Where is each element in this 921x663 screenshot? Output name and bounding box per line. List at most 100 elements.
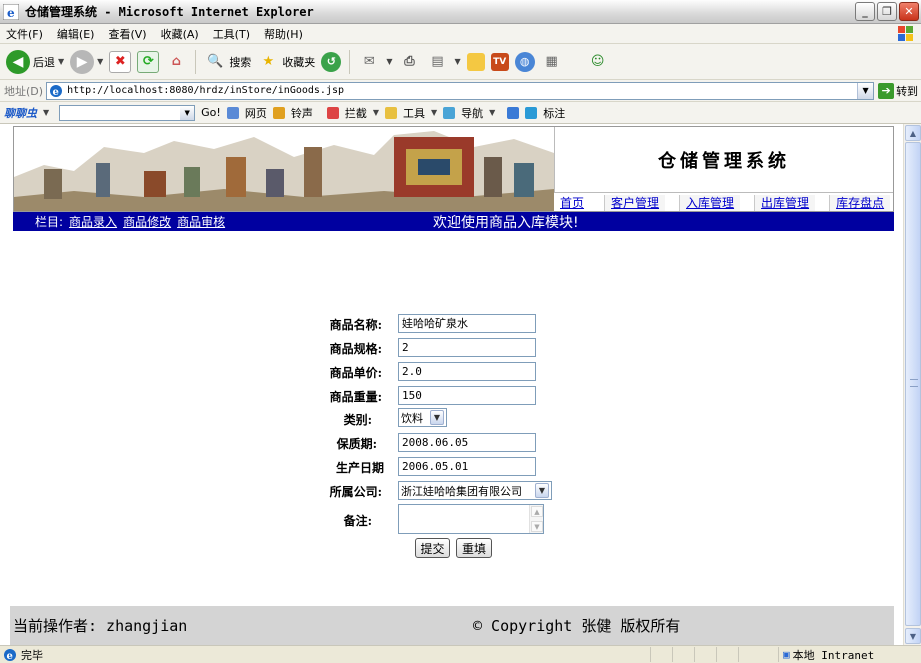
- name-input[interactable]: 娃哈哈矿泉水: [398, 314, 536, 333]
- dropdown-arrow-icon: ▼: [430, 108, 438, 117]
- search-button[interactable]: 🔍 搜索: [204, 51, 251, 73]
- mark-icon: [525, 106, 538, 119]
- close-button[interactable]: ✕: [899, 2, 919, 21]
- security-zone: ▣ 本地 Intranet: [778, 647, 874, 662]
- company-value: 浙江娃哈哈集团有限公司: [401, 484, 522, 498]
- nav-button[interactable]: 导航: [461, 105, 483, 121]
- dropdown-arrow-icon: ▼: [489, 108, 496, 117]
- media-icon[interactable]: ▦: [541, 51, 563, 73]
- divider: [195, 49, 197, 74]
- favorites-label: 收藏夹: [282, 55, 316, 69]
- go-button[interactable]: ➔ 转到: [878, 82, 919, 99]
- back-arrow-icon: ◀: [6, 49, 30, 74]
- title-bar: e 仓储管理系统 - Microsoft Internet Explorer _…: [0, 0, 921, 24]
- home-icon[interactable]: ⌂: [165, 51, 187, 73]
- block-icon: [326, 106, 339, 119]
- reset-button[interactable]: 重填: [456, 538, 492, 558]
- toolbar-brand[interactable]: 聊聊虫: [4, 105, 37, 121]
- search-toolbar: 聊聊虫 ▼ ▼ Go! 网页 铃声 拦截 ▼ 工具 ▼ 导航 ▼ 标注: [0, 102, 921, 124]
- menu-bar: 文件(F) 编辑(E) 查看(V) 收藏(A) 工具(T) 帮助(H): [0, 24, 921, 44]
- ie-icon: e: [3, 3, 19, 20]
- stop-icon[interactable]: ✖: [109, 50, 132, 73]
- menu-file[interactable]: 文件(F): [6, 26, 43, 42]
- mark-button[interactable]: 标注: [543, 105, 565, 121]
- category-label: 类别:: [343, 413, 372, 427]
- mail-icon[interactable]: ✉: [358, 51, 380, 73]
- name-label: 商品名称:: [329, 318, 382, 332]
- page-scrollbar[interactable]: ▲ ▼: [903, 124, 921, 645]
- menu-edit[interactable]: 编辑(E): [57, 26, 95, 42]
- edit-icon[interactable]: ▤: [426, 51, 448, 73]
- intranet-icon: ▣: [783, 648, 790, 661]
- search-label: 搜索: [229, 55, 252, 69]
- scroll-up-icon[interactable]: ▲: [905, 125, 921, 141]
- tools-button[interactable]: 工具: [403, 105, 425, 121]
- tv-icon[interactable]: TV: [490, 52, 509, 71]
- shelf-life-input[interactable]: 2008.06.05: [398, 433, 536, 452]
- page-done-icon: e: [4, 648, 16, 662]
- goods-form: 商品名称: 娃哈哈矿泉水 商品规格: 2 商品单价: 2.0 商品重量: 150…: [0, 124, 905, 645]
- category-select[interactable]: 饮料 ▼: [398, 408, 447, 427]
- spec-label: 商品规格:: [329, 342, 382, 356]
- dropdown-arrow-icon: ▼: [372, 108, 379, 117]
- produce-date-label: 生产日期: [335, 461, 384, 475]
- address-input[interactable]: e http://localhost:8080/hrdz/inStore/inG…: [46, 81, 875, 100]
- nav-icon: [443, 106, 456, 119]
- svg-text:e: e: [7, 651, 13, 662]
- chevron-down-icon[interactable]: ▼: [180, 105, 195, 120]
- produce-date-input[interactable]: 2006.05.01: [398, 457, 536, 476]
- folder-icon[interactable]: [466, 52, 485, 71]
- page-footer: 当前操作者: zhangjian © Copyright 张健 版权所有: [10, 606, 894, 645]
- print-icon[interactable]: ⎙: [398, 51, 420, 73]
- globe-icon[interactable]: ◍: [514, 51, 535, 72]
- chevron-down-icon: ▼: [535, 483, 549, 498]
- favorites-button[interactable]: ★ 收藏夹: [257, 51, 315, 73]
- address-label: 地址(D): [4, 84, 44, 98]
- ring-button[interactable]: 铃声: [291, 105, 313, 121]
- dropdown-arrow-icon: ▼: [386, 57, 393, 66]
- copyright-text: © Copyright 张健 版权所有: [473, 617, 681, 635]
- back-button[interactable]: ◀ 后退 ▼: [6, 49, 65, 74]
- address-bar: 地址(D) e http://localhost:8080/hrdz/inSto…: [0, 80, 921, 102]
- submit-button[interactable]: 提交: [415, 538, 450, 558]
- status-text: 完毕: [21, 648, 43, 662]
- messenger-icon[interactable]: ☺: [587, 51, 609, 73]
- price-input[interactable]: 2.0: [398, 362, 536, 381]
- refresh-icon[interactable]: ⟳: [137, 50, 160, 73]
- forward-button[interactable]: ▶ ▼: [70, 49, 104, 74]
- bookmark-icon: [507, 106, 520, 119]
- divider: [349, 49, 351, 74]
- chevron-down-icon[interactable]: ▼: [857, 82, 874, 99]
- scroll-down-icon[interactable]: ▼: [905, 628, 921, 644]
- company-select[interactable]: 浙江娃哈哈集团有限公司 ▼: [398, 481, 552, 500]
- window-title: 仓储管理系统 - Microsoft Internet Explorer: [25, 5, 314, 19]
- go-search-button[interactable]: Go!: [201, 106, 221, 119]
- company-label: 所属公司:: [329, 485, 382, 499]
- toolbar-search-input[interactable]: ▼: [59, 104, 196, 121]
- zone-text: 本地 Intranet: [792, 648, 875, 662]
- menu-view[interactable]: 查看(V): [108, 26, 146, 42]
- web-button[interactable]: 网页: [245, 105, 267, 121]
- scroll-down-icon: ▼: [531, 521, 543, 532]
- dropdown-arrow-icon: ▼: [454, 57, 461, 66]
- scroll-thumb[interactable]: [905, 142, 921, 626]
- tools-icon: [384, 106, 397, 119]
- minimize-button[interactable]: _: [855, 2, 875, 21]
- weight-input[interactable]: 150: [398, 386, 536, 405]
- category-value: 饮料: [401, 411, 423, 425]
- textarea-scrollbar[interactable]: ▲ ▼: [529, 505, 543, 533]
- dropdown-arrow-icon: ▼: [97, 57, 104, 66]
- page-viewport: 仓储管理系统 首页 客户管理 入库管理 出库管理 库存盘点 栏目: 商品录入 商…: [0, 124, 905, 645]
- restore-button[interactable]: ❐: [877, 2, 897, 21]
- go-label: 转到: [896, 84, 919, 98]
- star-icon: ★: [262, 54, 275, 69]
- menu-help[interactable]: 帮助(H): [264, 26, 303, 42]
- dropdown-arrow-icon: ▼: [58, 57, 65, 66]
- block-button[interactable]: 拦截: [345, 105, 367, 121]
- menu-tools[interactable]: 工具(T): [213, 26, 250, 42]
- spec-input[interactable]: 2: [398, 338, 536, 357]
- menu-favorites[interactable]: 收藏(A): [161, 26, 199, 42]
- remark-textarea[interactable]: ▲ ▼: [398, 504, 544, 534]
- history-icon[interactable]: ↺: [321, 51, 342, 72]
- dropdown-arrow-icon: ▼: [43, 108, 50, 117]
